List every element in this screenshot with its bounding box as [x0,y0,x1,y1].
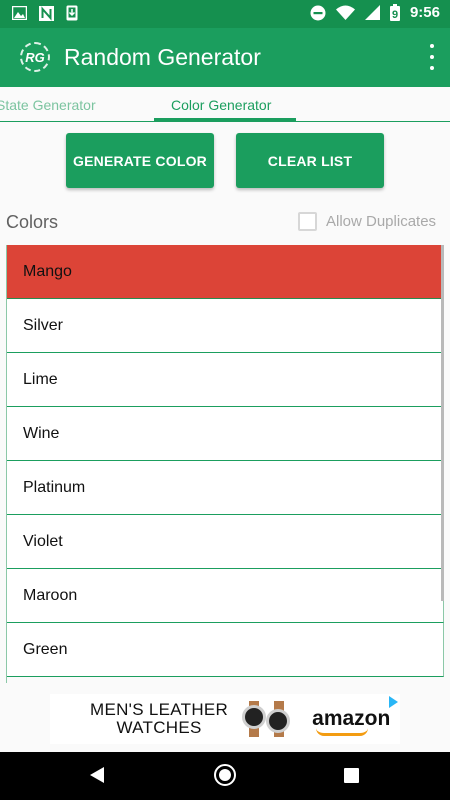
color-list[interactable]: Mango Silver Lime Wine Platinum Violet M… [6,245,444,683]
ad-brand-text: amazon [312,707,391,730]
list-item[interactable]: Wine [7,407,444,461]
phone-download-icon [66,5,78,21]
status-bar: 9 9:56 [0,0,450,28]
ad-headline-line2: WATCHES [116,718,202,737]
battery-icon: 9 [389,4,400,21]
wifi-icon [335,5,355,20]
image-icon [12,6,27,20]
status-time: 9:56 [409,4,440,21]
battery-level: 9 [392,9,398,21]
list-item[interactable]: Platinum [7,461,444,515]
app-logo-icon: RG [20,42,50,72]
signal-icon [364,5,380,20]
n-notification-icon [39,5,54,21]
list-item[interactable]: Lime [7,353,444,407]
watch-image [240,701,296,737]
overflow-menu-icon[interactable] [428,44,436,70]
tab-color-generator[interactable]: Color Generator [171,97,271,113]
list-item[interactable]: Green [7,623,444,677]
recents-icon[interactable] [344,768,359,783]
ad-choices-icon[interactable] [389,696,398,708]
app-bar: RG Random Generator [0,28,450,87]
ad-brand-logo: amazon [312,707,391,736]
tab-bar: State Generator Color Generator [0,87,450,122]
list-item[interactable]: Mango [7,245,444,299]
active-tab-indicator [154,118,296,121]
navigation-bar [0,752,450,800]
allow-duplicates-toggle[interactable]: Allow Duplicates [298,212,436,231]
app-title: Random Generator [64,44,261,70]
list-scrollbar[interactable] [441,245,444,601]
home-icon[interactable] [214,764,236,786]
allow-duplicates-checkbox[interactable] [298,212,317,231]
back-icon[interactable] [90,767,104,783]
generate-color-button[interactable]: GENERATE COLOR [66,133,214,188]
tab-state-generator[interactable]: State Generator [0,97,96,113]
ad-banner[interactable]: MEN'S LEATHER WATCHES amazon [50,694,400,744]
clear-list-button[interactable]: CLEAR LIST [236,133,384,188]
ad-headline: MEN'S LEATHER WATCHES [90,701,228,737]
list-item[interactable]: Maroon [7,569,444,623]
allow-duplicates-label: Allow Duplicates [326,213,437,230]
do-not-disturb-icon [310,5,326,20]
app-logo-text: RG [25,49,45,65]
colors-heading: Colors [6,212,59,232]
list-item[interactable]: Violet [7,515,444,569]
ad-headline-line1: MEN'S LEATHER [90,700,229,719]
list-item[interactable]: Silver [7,299,444,353]
